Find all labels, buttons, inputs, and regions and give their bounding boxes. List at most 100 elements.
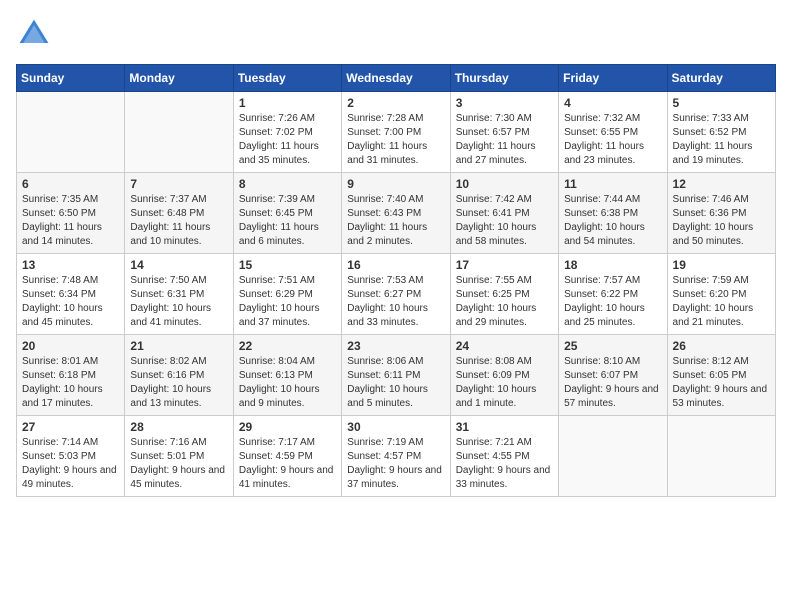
calendar-cell: 10Sunrise: 7:42 AM Sunset: 6:41 PM Dayli…	[450, 173, 558, 254]
calendar-cell: 31 Sunrise: 7:21 AM Sunset: 4:55 PM Dayli…	[450, 416, 558, 497]
day-number: 31	[456, 420, 553, 434]
day-number: 18	[564, 258, 661, 272]
calendar-cell: 4 Sunrise: 7:32 AM Sunset: 6:55 PM Daylig…	[559, 92, 667, 173]
day-info: Sunrise: 7:46 AM Sunset: 6:36 PM Dayligh…	[673, 193, 770, 249]
day-info: Sunrise: 7:37 AM Sunset: 6:48 PM Dayligh…	[130, 193, 227, 249]
day-info: Sunrise: 7:26 AM Sunset: 7:02 PM Dayligh…	[239, 112, 336, 168]
calendar-cell: 22 Sunrise: 8:04 AM Sunset: 6:13 PM Dayli…	[233, 335, 341, 416]
calendar-cell: 16 Sunrise: 7:53 AM Sunset: 6:27 PM Dayli…	[342, 254, 450, 335]
day-info: Sunrise: 7:59 AM Sunset: 6:20 PM Dayligh…	[673, 274, 770, 330]
calendar-week-row: 20 Sunrise: 8:01 AM Sunset: 6:18 PM Dayli…	[17, 335, 776, 416]
col-header-monday: Monday	[125, 65, 233, 92]
day-info: Sunrise: 8:04 AM Sunset: 6:13 PM Dayligh…	[239, 355, 336, 411]
day-info: Sunrise: 7:35 AM Sunset: 6:50 PM Dayligh…	[22, 193, 119, 249]
calendar-cell: 20 Sunrise: 8:01 AM Sunset: 6:18 PM Dayli…	[17, 335, 125, 416]
calendar-cell: 7 Sunrise: 7:37 AM Sunset: 6:48 PM Daylig…	[125, 173, 233, 254]
calendar-cell: 23 Sunrise: 8:06 AM Sunset: 6:11 PM Dayli…	[342, 335, 450, 416]
day-info: Sunrise: 7:17 AM Sunset: 4:59 PM Dayligh…	[239, 436, 336, 492]
day-info: Sunrise: 8:01 AM Sunset: 6:18 PM Dayligh…	[22, 355, 119, 411]
calendar-cell: 18 Sunrise: 7:57 AM Sunset: 6:22 PM Dayli…	[559, 254, 667, 335]
day-number: 8	[239, 177, 336, 191]
day-number: 1	[239, 96, 336, 110]
calendar-cell: 21Sunrise: 8:02 AM Sunset: 6:16 PM Dayli…	[125, 335, 233, 416]
col-header-saturday: Saturday	[667, 65, 775, 92]
day-number: 11	[564, 177, 661, 191]
day-number: 12	[673, 177, 770, 191]
day-info: Sunrise: 7:53 AM Sunset: 6:27 PM Dayligh…	[347, 274, 444, 330]
day-number: 6	[22, 177, 119, 191]
day-number: 10	[456, 177, 553, 191]
calendar-cell: 15 Sunrise: 7:51 AM Sunset: 6:29 PM Dayli…	[233, 254, 341, 335]
calendar-cell: 28Sunrise: 7:16 AM Sunset: 5:01 PM Dayli…	[125, 416, 233, 497]
page-header	[16, 16, 776, 52]
calendar-cell: 25 Sunrise: 8:10 AM Sunset: 6:07 PM Dayli…	[559, 335, 667, 416]
calendar-cell: 8 Sunrise: 7:39 AM Sunset: 6:45 PM Daylig…	[233, 173, 341, 254]
day-number: 19	[673, 258, 770, 272]
day-info: Sunrise: 7:21 AM Sunset: 4:55 PM Dayligh…	[456, 436, 553, 492]
logo-icon	[16, 16, 52, 52]
calendar-week-row: 6 Sunrise: 7:35 AM Sunset: 6:50 PM Daylig…	[17, 173, 776, 254]
calendar-cell: 13Sunrise: 7:48 AM Sunset: 6:34 PM Dayli…	[17, 254, 125, 335]
day-info: Sunrise: 7:57 AM Sunset: 6:22 PM Dayligh…	[564, 274, 661, 330]
day-number: 23	[347, 339, 444, 353]
day-number: 2	[347, 96, 444, 110]
calendar-cell: 19 Sunrise: 7:59 AM Sunset: 6:20 PM Dayli…	[667, 254, 775, 335]
day-info: Sunrise: 8:08 AM Sunset: 6:09 PM Dayligh…	[456, 355, 553, 411]
day-number: 20	[22, 339, 119, 353]
calendar-cell: 30 Sunrise: 7:19 AM Sunset: 4:57 PM Dayli…	[342, 416, 450, 497]
day-number: 22	[239, 339, 336, 353]
day-number: 4	[564, 96, 661, 110]
day-number: 16	[347, 258, 444, 272]
calendar-week-row: 1 Sunrise: 7:26 AM Sunset: 7:02 PM Daylig…	[17, 92, 776, 173]
calendar-cell: 24 Sunrise: 8:08 AM Sunset: 6:09 PM Dayli…	[450, 335, 558, 416]
col-header-sunday: Sunday	[17, 65, 125, 92]
col-header-wednesday: Wednesday	[342, 65, 450, 92]
day-number: 28	[130, 420, 227, 434]
day-number: 9	[347, 177, 444, 191]
day-info: Sunrise: 7:14 AM Sunset: 5:03 PM Dayligh…	[22, 436, 119, 492]
day-info: Sunrise: 7:40 AM Sunset: 6:43 PM Dayligh…	[347, 193, 444, 249]
col-header-tuesday: Tuesday	[233, 65, 341, 92]
calendar-cell	[667, 416, 775, 497]
day-number: 27	[22, 420, 119, 434]
day-info: Sunrise: 7:51 AM Sunset: 6:29 PM Dayligh…	[239, 274, 336, 330]
day-number: 29	[239, 420, 336, 434]
calendar-table: SundayMondayTuesdayWednesdayThursdayFrid…	[16, 64, 776, 497]
logo	[16, 16, 56, 52]
day-number: 3	[456, 96, 553, 110]
day-number: 25	[564, 339, 661, 353]
calendar-cell	[17, 92, 125, 173]
day-number: 17	[456, 258, 553, 272]
day-info: Sunrise: 7:19 AM Sunset: 4:57 PM Dayligh…	[347, 436, 444, 492]
day-number: 30	[347, 420, 444, 434]
calendar-cell	[559, 416, 667, 497]
day-info: Sunrise: 7:48 AM Sunset: 6:34 PM Dayligh…	[22, 274, 119, 330]
calendar-week-row: 13Sunrise: 7:48 AM Sunset: 6:34 PM Dayli…	[17, 254, 776, 335]
day-info: Sunrise: 8:12 AM Sunset: 6:05 PM Dayligh…	[673, 355, 770, 411]
day-number: 24	[456, 339, 553, 353]
calendar-cell: 29 Sunrise: 7:17 AM Sunset: 4:59 PM Dayli…	[233, 416, 341, 497]
calendar-cell: 1 Sunrise: 7:26 AM Sunset: 7:02 PM Daylig…	[233, 92, 341, 173]
calendar-week-row: 27 Sunrise: 7:14 AM Sunset: 5:03 PM Dayli…	[17, 416, 776, 497]
calendar-cell: 26Sunrise: 8:12 AM Sunset: 6:05 PM Dayli…	[667, 335, 775, 416]
day-info: Sunrise: 7:32 AM Sunset: 6:55 PM Dayligh…	[564, 112, 661, 168]
day-number: 5	[673, 96, 770, 110]
calendar-cell: 6 Sunrise: 7:35 AM Sunset: 6:50 PM Daylig…	[17, 173, 125, 254]
calendar-cell: 12 Sunrise: 7:46 AM Sunset: 6:36 PM Dayli…	[667, 173, 775, 254]
day-number: 14	[130, 258, 227, 272]
day-number: 15	[239, 258, 336, 272]
day-number: 7	[130, 177, 227, 191]
day-info: Sunrise: 7:50 AM Sunset: 6:31 PM Dayligh…	[130, 274, 227, 330]
calendar-cell: 17 Sunrise: 7:55 AM Sunset: 6:25 PM Dayli…	[450, 254, 558, 335]
calendar-header-row: SundayMondayTuesdayWednesdayThursdayFrid…	[17, 65, 776, 92]
day-info: Sunrise: 8:10 AM Sunset: 6:07 PM Dayligh…	[564, 355, 661, 411]
col-header-thursday: Thursday	[450, 65, 558, 92]
day-number: 21	[130, 339, 227, 353]
col-header-friday: Friday	[559, 65, 667, 92]
day-info: Sunrise: 7:55 AM Sunset: 6:25 PM Dayligh…	[456, 274, 553, 330]
day-info: Sunrise: 7:44 AM Sunset: 6:38 PM Dayligh…	[564, 193, 661, 249]
calendar-cell: 3Sunrise: 7:30 AM Sunset: 6:57 PM Daylig…	[450, 92, 558, 173]
day-info: Sunrise: 8:06 AM Sunset: 6:11 PM Dayligh…	[347, 355, 444, 411]
calendar-cell: 11 Sunrise: 7:44 AM Sunset: 6:38 PM Dayli…	[559, 173, 667, 254]
day-info: Sunrise: 7:39 AM Sunset: 6:45 PM Dayligh…	[239, 193, 336, 249]
